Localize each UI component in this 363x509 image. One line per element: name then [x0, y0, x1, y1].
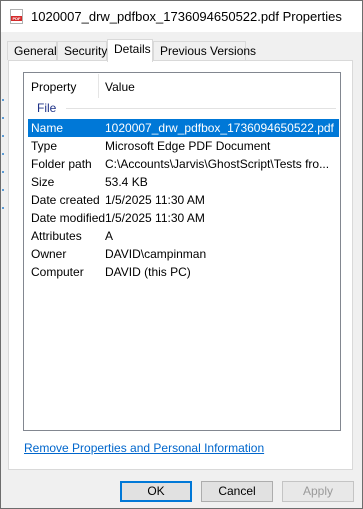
list-item-type[interactable]: Type Microsoft Edge PDF Document: [28, 137, 339, 155]
remove-properties-link[interactable]: Remove Properties and Personal Informati…: [24, 441, 264, 455]
column-separator[interactable]: [98, 74, 99, 98]
list-item-date-created[interactable]: Date created 1/5/2025 11:30 AM: [28, 191, 339, 209]
property-value: DAVID\campinman: [105, 247, 207, 261]
details-panel: Property Value File Name 1020007_drw_pdf…: [8, 60, 353, 470]
property-value: 53.4 KB: [105, 175, 148, 189]
property-label: Name: [31, 121, 64, 135]
property-value: C:\Accounts\Jarvis\GhostScript\Tests fro…: [105, 157, 330, 171]
property-value: A: [105, 229, 114, 243]
column-header-value[interactable]: Value: [105, 80, 135, 94]
property-label: Date modified: [31, 211, 106, 225]
pdf-file-icon: PDF: [10, 9, 23, 24]
cancel-button[interactable]: Cancel: [201, 481, 273, 502]
list-item-owner[interactable]: Owner DAVID\campinman: [28, 245, 339, 263]
list-item-folder-path[interactable]: Folder path C:\Accounts\Jarvis\GhostScri…: [28, 155, 339, 173]
ok-button[interactable]: OK: [120, 481, 192, 502]
property-label: Size: [31, 175, 55, 189]
list-item-name[interactable]: Name 1020007_drw_pdfbox_1736094650522.pd…: [28, 119, 339, 137]
property-value: 1/5/2025 11:30 AM: [105, 211, 205, 225]
property-value: 1/5/2025 11:30 AM: [105, 193, 205, 207]
list-header: Property Value: [24, 73, 340, 100]
property-label: Attributes: [31, 229, 82, 243]
window-edge-marks: [2, 99, 5, 225]
details-list[interactable]: Property Value File Name 1020007_drw_pdf…: [23, 72, 341, 431]
property-value: Microsoft Edge PDF Document: [105, 139, 271, 153]
tab-security[interactable]: Security: [57, 41, 107, 60]
group-label-file: File: [37, 101, 57, 115]
apply-button[interactable]: Apply: [282, 481, 354, 502]
tab-details[interactable]: Details: [107, 39, 153, 62]
list-item-computer[interactable]: Computer DAVID (this PC): [28, 263, 339, 281]
list-item-attributes[interactable]: Attributes A: [28, 227, 339, 245]
property-label: Computer: [31, 265, 84, 279]
property-label: Owner: [31, 247, 67, 261]
group-divider: [66, 108, 336, 109]
property-label: Folder path: [31, 157, 92, 171]
property-label: Date created: [31, 193, 100, 207]
properties-dialog: PDF 1020007_drw_pdfbox_1736094650522.pdf…: [0, 0, 363, 509]
property-label: Type: [31, 139, 58, 153]
title-bar[interactable]: PDF 1020007_drw_pdfbox_1736094650522.pdf…: [1, 1, 362, 32]
window-title: 1020007_drw_pdfbox_1736094650522.pdf Pro…: [31, 9, 342, 24]
property-value: DAVID (this PC): [105, 265, 191, 279]
column-header-property[interactable]: Property: [31, 80, 76, 94]
property-value: 1020007_drw_pdfbox_1736094650522.pdf: [105, 121, 334, 135]
tab-general[interactable]: General: [7, 41, 57, 60]
list-item-date-modified[interactable]: Date modified 1/5/2025 11:30 AM: [28, 209, 339, 227]
list-item-size[interactable]: Size 53.4 KB: [28, 173, 339, 191]
tab-previous-versions[interactable]: Previous Versions: [153, 41, 256, 60]
